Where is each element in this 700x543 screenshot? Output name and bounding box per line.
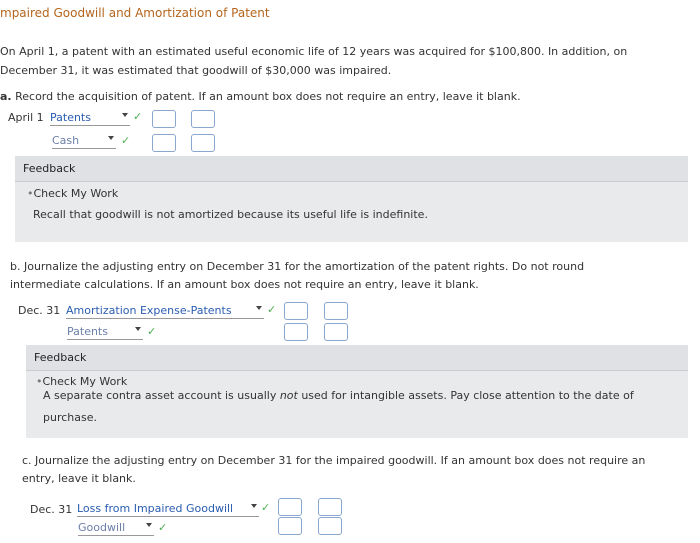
part-c-question-line-2: entry, leave it blank.	[22, 472, 136, 485]
part-c-debit-account-label: Loss from Impaired Goodwill	[77, 502, 234, 515]
check-icon: ✓	[121, 134, 131, 147]
part-a-feedback-title: Feedback	[23, 162, 76, 175]
part-c-credit-account-label: Goodwill	[78, 521, 126, 534]
part-c-credit-account-select[interactable]: Goodwill	[78, 521, 154, 536]
part-c-date: Dec. 31	[30, 503, 73, 516]
part-b-feedback-text: A separate contra asset account is usual…	[43, 389, 634, 424]
part-a-credit-amount-box[interactable]	[191, 110, 215, 128]
part-b-question-line-1: b. Journalize the adjusting entry on Dec…	[10, 260, 585, 273]
page-title: mpaired Goodwill and Amortization of Pat…	[0, 6, 270, 20]
check-icon: ✓	[267, 303, 277, 316]
problem-intro: On April 1, a patent with an estimated u…	[0, 42, 700, 80]
part-b-credit-amount-box-2[interactable]	[324, 323, 348, 341]
part-a-feedback-panel: Feedback •Check My Work Recall that good…	[15, 156, 688, 242]
dropdown-caret-icon	[251, 504, 257, 508]
check-icon: ✓	[261, 501, 271, 514]
part-a-credit-amount-box-2[interactable]	[191, 134, 215, 152]
part-b-feedback-panel: Feedback •Check My Work A separate contr…	[26, 345, 688, 438]
part-a-debit-account-select[interactable]: Patents	[50, 111, 130, 126]
part-a-date: April 1	[8, 111, 44, 124]
part-c-debit-amount-box-2[interactable]	[278, 517, 302, 535]
part-c-credit-amount-box-2[interactable]	[318, 517, 342, 535]
dropdown-caret-icon	[122, 113, 128, 117]
part-b-question-line-2: intermediate calculations. If an amount …	[10, 278, 479, 291]
check-icon: ✓	[133, 110, 143, 123]
part-a-credit-account-label: Cash	[52, 134, 80, 147]
part-b-feedback-title: Feedback	[34, 351, 87, 364]
dropdown-caret-icon	[256, 306, 262, 310]
part-b-debit-account-label: Amortization Expense-Patents	[66, 304, 232, 317]
check-icon: ✓	[158, 521, 168, 534]
part-b-date: Dec. 31	[18, 304, 61, 317]
part-a-feedback-header: Feedback	[15, 156, 688, 182]
part-c-question: c. Journalize the adjusting entry on Dec…	[22, 452, 692, 488]
part-a-prefix: a.	[0, 90, 12, 103]
part-b-debit-account-select[interactable]: Amortization Expense-Patents	[66, 304, 264, 319]
part-b-credit-account-select[interactable]: Patents	[67, 325, 143, 340]
intro-line-1: On April 1, a patent with an estimated u…	[0, 45, 628, 58]
part-c-debit-amount-box[interactable]	[278, 498, 302, 516]
part-c-question-line-1: c. Journalize the adjusting entry on Dec…	[22, 454, 646, 467]
part-b-question: b. Journalize the adjusting entry on Dec…	[10, 258, 690, 294]
part-a-check-my-work[interactable]: •Check My Work	[27, 187, 118, 200]
part-c-credit-amount-box[interactable]	[318, 498, 342, 516]
part-b-feedback-header: Feedback	[26, 345, 688, 371]
part-c-debit-account-select[interactable]: Loss from Impaired Goodwill	[77, 502, 259, 517]
part-b-debit-amount-box-2[interactable]	[284, 323, 308, 341]
part-b-credit-account-label: Patents	[67, 325, 108, 338]
part-b-credit-amount-box[interactable]	[324, 302, 348, 320]
check-icon: ✓	[147, 325, 157, 338]
dropdown-caret-icon	[135, 327, 141, 331]
dropdown-caret-icon	[146, 523, 152, 527]
part-a-feedback-text: Recall that goodwill is not amortized be…	[33, 208, 428, 221]
part-a-check-label: Check My Work	[33, 187, 119, 200]
part-a-credit-account-select[interactable]: Cash	[52, 134, 116, 149]
part-a-text: Record the acquisition of patent. If an …	[15, 90, 521, 103]
dropdown-caret-icon	[108, 136, 114, 140]
part-b-debit-amount-box[interactable]	[284, 302, 308, 320]
part-a-debit-account-label: Patents	[50, 111, 91, 124]
part-a-debit-amount-box-2[interactable]	[152, 134, 176, 152]
part-a-debit-amount-box[interactable]	[152, 110, 176, 128]
intro-line-2: December 31, it was estimated that goodw…	[0, 64, 392, 77]
part-a-question: a. Record the acquisition of patent. If …	[0, 88, 521, 106]
